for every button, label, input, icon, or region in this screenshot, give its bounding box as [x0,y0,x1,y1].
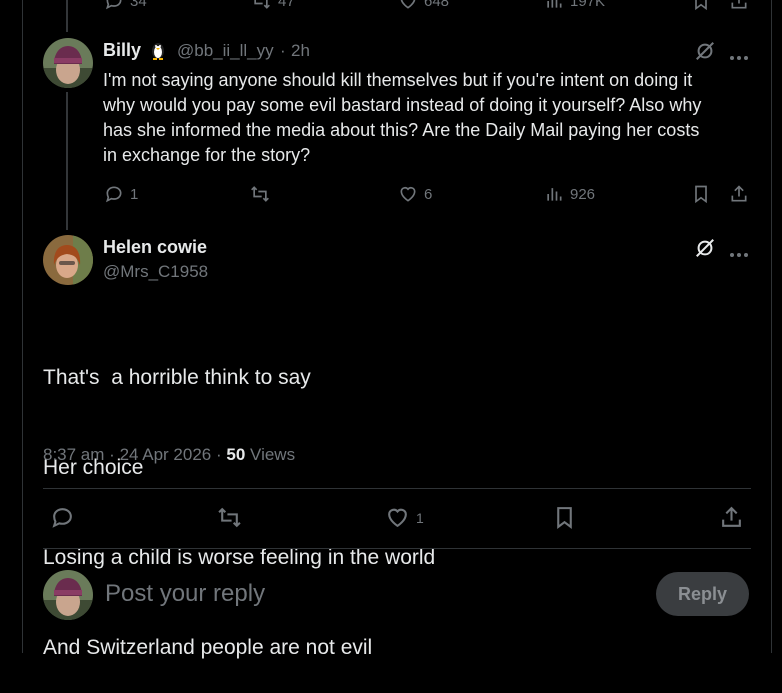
billy-name[interactable]: Billy [103,40,141,61]
post-time[interactable]: 8:37 am [43,445,104,464]
top-views-action[interactable]: 197K [544,0,605,11]
views-count: 50 [226,445,246,464]
billy-text-line: in exchange for the story? [103,145,311,165]
top-like-count: 648 [424,0,450,10]
top-bookmark-icon[interactable] [691,0,711,16]
meta-separator: · [216,445,227,464]
top-like-action[interactable]: 648 [398,0,449,11]
top-reply-action[interactable]: 34 [104,0,147,11]
post-date[interactable]: 24 Apr 2026 [120,445,212,464]
helen-name[interactable]: Helen cowie [103,237,207,258]
helen-grok-icon[interactable] [694,237,716,264]
reply-icon [104,0,124,11]
meta-separator: · [109,445,120,464]
billy-text-line: why would you pay some evil bastard inst… [103,95,702,115]
main-repost-button[interactable] [216,505,243,535]
divider-top [43,488,751,489]
top-views-count: 197K [570,0,606,10]
billy-text-line: has she informed the media about this? A… [103,120,700,140]
thread-line-top [66,0,68,32]
avatar-helen[interactable] [43,235,93,285]
helen-handle[interactable]: @Mrs_C1958 [103,262,208,282]
billy-views-count: 926 [570,185,596,203]
billy-views-action[interactable]: 926 [544,184,595,204]
main-bookmark-button[interactable] [552,505,577,535]
thread-line [66,92,68,230]
post-meta: 8:37 am · 24 Apr 2026 · 50 Views [43,445,295,465]
analytics-icon [544,0,564,11]
main-like-count: 1 [416,509,424,526]
reply-submit-button[interactable]: Reply [656,572,749,616]
main-share-button[interactable] [719,505,744,535]
penguin-icon [149,40,167,65]
billy-reply-action[interactable]: 1 [104,184,138,204]
main-reply-button[interactable] [50,505,75,535]
avatar-billy[interactable] [43,38,93,88]
billy-text-line: I'm not saying anyone should kill themse… [103,70,693,90]
billy-like-action[interactable]: 6 [398,184,432,204]
billy-like-count: 6 [424,185,433,203]
reply-input[interactable]: Post your reply [105,580,265,608]
helen-more-icon[interactable] [729,245,749,263]
heart-icon [385,505,410,530]
avatar-current-user[interactable] [43,570,93,620]
top-repost-action[interactable]: 47 [250,0,295,11]
top-reply-count: 34 [130,0,147,10]
heart-icon [398,0,418,11]
heart-icon [398,184,418,204]
billy-more-icon[interactable] [729,48,749,66]
billy-share-icon[interactable] [729,184,749,209]
top-repost-count: 47 [278,0,295,10]
repost-icon [250,0,272,11]
billy-post-text: I'm not saying anyone should kill themse… [103,68,701,168]
billy-separator: · [280,41,286,60]
reply-icon [104,184,124,204]
billy-bookmark-icon[interactable] [691,184,711,209]
billy-reply-count: 1 [130,185,139,203]
views-label: Views [250,445,296,464]
top-share-icon[interactable] [729,0,749,16]
billy-handle[interactable]: @bb_ii_ll_yy [177,41,274,61]
helen-post-text: That's a horrible think to say Her choic… [43,303,435,693]
billy-time[interactable]: 2h [291,41,310,61]
analytics-icon [544,184,564,204]
main-like-action[interactable]: 1 [385,505,424,530]
repost-icon [249,184,271,204]
divider-bottom [43,548,751,549]
billy-repost-action[interactable] [249,184,271,204]
billy-grok-icon[interactable] [694,40,716,67]
helen-text-line: That's a horrible think to say [43,366,311,389]
helen-text-line: And Switzerland people are not evil [43,636,373,659]
